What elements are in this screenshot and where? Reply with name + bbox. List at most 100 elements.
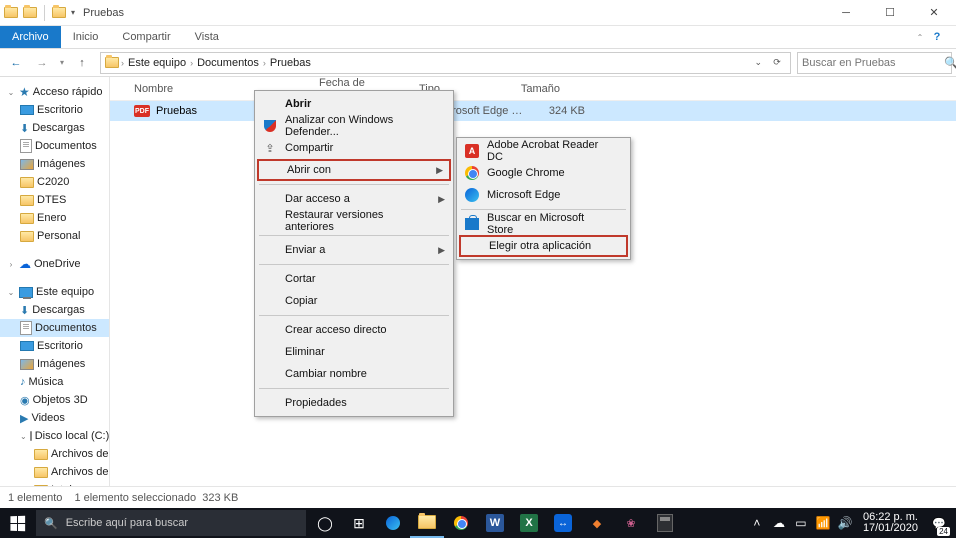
tree-pc-disk[interactable]: ⌄Disco local (C:) — [0, 427, 109, 445]
word-taskbar-icon[interactable]: W — [478, 508, 512, 538]
ctx-send-to[interactable]: Enviar a▶ — [257, 239, 451, 261]
share-icon: ⇪ — [261, 139, 279, 157]
status-selection: 1 elemento seleccionado 323 KB — [74, 492, 238, 504]
tree-pc-documents[interactable]: Documentos — [0, 319, 109, 337]
tray-cloud-icon[interactable]: ☁ — [769, 508, 789, 538]
folder-open-icon — [21, 4, 39, 22]
search-box[interactable]: 🔍 — [797, 52, 952, 74]
titlebar: ▾ Pruebas ─ ☐ ✕ — [0, 0, 956, 26]
ribbon-expand-icon[interactable]: ⌃ — [914, 33, 926, 42]
ctx-copy[interactable]: Copiar — [257, 290, 451, 312]
taskbar-search[interactable]: 🔍Escribe aquí para buscar — [36, 510, 306, 536]
breadcrumb[interactable]: › Este equipo › Documentos › Pruebas ⌄ ⟳ — [100, 52, 791, 74]
ctx-defender[interactable]: Analizar con Windows Defender... — [257, 115, 451, 137]
chrome-taskbar-icon[interactable] — [444, 508, 478, 538]
start-button[interactable] — [0, 508, 34, 538]
openwith-submenu: AAdobe Acrobat Reader DC Google Chrome M… — [456, 137, 631, 260]
tree-c2020[interactable]: C2020 — [0, 173, 109, 191]
path-dropdown-icon[interactable]: ⌄ — [750, 57, 766, 68]
tree-images[interactable]: Imágenes — [0, 155, 109, 173]
ctx-share[interactable]: ⇪Compartir — [257, 137, 451, 159]
edge-taskbar-icon[interactable] — [376, 508, 410, 538]
separator — [461, 209, 626, 210]
tree-desktop[interactable]: Escritorio — [0, 101, 109, 119]
openwith-adobe[interactable]: AAdobe Acrobat Reader DC — [459, 140, 628, 162]
ctx-shortcut[interactable]: Crear acceso directo — [257, 319, 451, 341]
tree-pc-3d[interactable]: ◉Objetos 3D — [0, 391, 109, 409]
col-size[interactable]: Tamaño — [509, 83, 569, 95]
separator — [259, 264, 449, 265]
ctx-properties[interactable]: Propiedades — [257, 392, 451, 414]
tray-wifi-icon[interactable]: 📶 — [813, 508, 833, 538]
tree-onedrive[interactable]: ›☁OneDrive — [0, 255, 109, 273]
tree-enero[interactable]: Enero — [0, 209, 109, 227]
column-headers[interactable]: Nombre Fecha de modificación Tipo Tamaño — [110, 77, 956, 101]
app-taskbar-icon[interactable]: ◆ — [580, 508, 614, 538]
forward-button[interactable]: → — [30, 51, 54, 75]
status-bar: 1 elemento 1 elemento seleccionado 323 K… — [0, 486, 956, 508]
nav-tree[interactable]: ⌄★Acceso rápido Escritorio ⬇Descargas Do… — [0, 77, 110, 486]
crumb-current[interactable]: Pruebas — [266, 57, 315, 69]
ctx-rename[interactable]: Cambiar nombre — [257, 363, 451, 385]
tray-battery-icon[interactable]: ▭ — [791, 508, 811, 538]
tab-inicio[interactable]: Inicio — [61, 26, 111, 48]
cortana-icon[interactable]: ◯ — [308, 508, 342, 538]
back-button[interactable]: ← — [4, 51, 28, 75]
tree-disk-intel[interactable]: Intel — [0, 481, 109, 486]
tree-quick-access[interactable]: ⌄★Acceso rápido — [0, 83, 109, 101]
tree-pc-music[interactable]: ♪Música — [0, 373, 109, 391]
tray-overflow-icon[interactable]: ˄ — [747, 508, 767, 538]
openwith-store[interactable]: Buscar en Microsoft Store — [459, 213, 628, 235]
images-icon — [20, 359, 34, 370]
minimize-button[interactable]: ─ — [824, 0, 868, 26]
tree-personal[interactable]: Personal — [0, 227, 109, 245]
qat-separator — [44, 5, 45, 21]
tree-pc-desktop[interactable]: Escritorio — [0, 337, 109, 355]
maximize-button[interactable]: ☐ — [868, 0, 912, 26]
ctx-delete[interactable]: Eliminar — [257, 341, 451, 363]
tree-downloads[interactable]: ⬇Descargas — [0, 119, 109, 137]
openwith-chrome[interactable]: Google Chrome — [459, 162, 628, 184]
history-dropdown-icon[interactable]: ▾ — [56, 58, 68, 67]
tray-volume-icon[interactable]: 🔊 — [835, 508, 855, 538]
up-button[interactable]: ↑ — [70, 51, 94, 75]
crumb-docs[interactable]: Documentos — [193, 57, 263, 69]
taskbar-clock[interactable]: 06:22 p. m. 17/01/2020 — [857, 512, 924, 534]
desktop-icon — [20, 105, 34, 115]
teamviewer-taskbar-icon[interactable]: ↔ — [546, 508, 580, 538]
calculator-taskbar-icon[interactable] — [648, 508, 682, 538]
tree-documents[interactable]: Documentos — [0, 137, 109, 155]
close-button[interactable]: ✕ — [912, 0, 956, 26]
ctx-give-access[interactable]: Dar acceso a▶ — [257, 188, 451, 210]
tab-compartir[interactable]: Compartir — [110, 26, 182, 48]
search-input[interactable] — [802, 57, 944, 69]
qat-dropdown-icon[interactable]: ▾ — [71, 8, 75, 17]
tab-vista[interactable]: Vista — [183, 26, 231, 48]
help-icon[interactable]: ? — [926, 31, 948, 43]
file-row[interactable]: PDF Pruebas Microsoft Edge P... 324 KB — [110, 101, 956, 121]
tree-dtes[interactable]: DTES — [0, 191, 109, 209]
downloads-icon: ⬇ — [20, 304, 29, 317]
notification-icon[interactable]: 💬24 — [926, 508, 952, 538]
openwith-other[interactable]: Elegir otra aplicación — [459, 235, 628, 257]
ctx-cut[interactable]: Cortar — [257, 268, 451, 290]
tree-disk-prog2[interactable]: Archivos de pr — [0, 463, 109, 481]
refresh-icon[interactable]: ⟳ — [766, 52, 788, 74]
tree-pc-videos[interactable]: ▶Videos — [0, 409, 109, 427]
tree-disk-prog1[interactable]: Archivos de pr — [0, 445, 109, 463]
crumb-pc[interactable]: Este equipo — [124, 57, 190, 69]
ctx-restore[interactable]: Restaurar versiones anteriores — [257, 210, 451, 232]
app2-taskbar-icon[interactable]: ❀ — [614, 508, 648, 538]
explorer-taskbar-icon[interactable] — [410, 508, 444, 538]
excel-taskbar-icon[interactable]: X — [512, 508, 546, 538]
search-icon[interactable]: 🔍 — [944, 56, 956, 70]
tree-pc-downloads[interactable]: ⬇Descargas — [0, 301, 109, 319]
taskview-icon[interactable]: ⊞ — [342, 508, 376, 538]
file-tab[interactable]: Archivo — [0, 26, 61, 48]
tree-this-pc[interactable]: ⌄Este equipo — [0, 283, 109, 301]
ctx-open[interactable]: Abrir — [257, 93, 451, 115]
tree-pc-images[interactable]: Imágenes — [0, 355, 109, 373]
star-icon: ★ — [19, 85, 30, 99]
openwith-edge[interactable]: Microsoft Edge — [459, 184, 628, 206]
ctx-open-with[interactable]: Abrir con▶ — [257, 159, 451, 181]
